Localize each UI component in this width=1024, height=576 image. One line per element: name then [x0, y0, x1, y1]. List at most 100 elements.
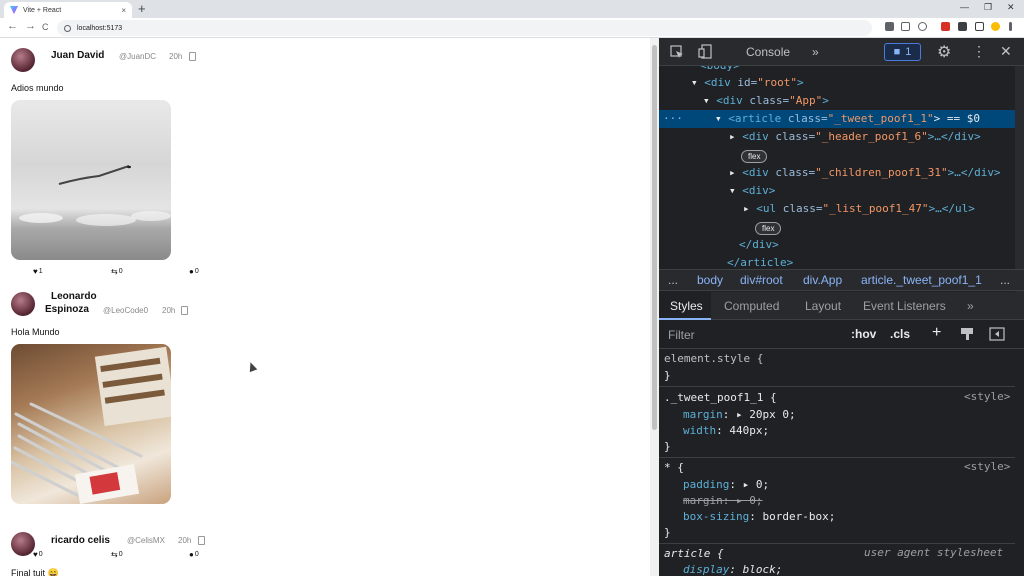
dom-line-app[interactable]: ▾ <div class="App"> [703, 92, 829, 110]
paint-brush-icon[interactable] [960, 327, 974, 341]
reload-button[interactable]: C [42, 22, 49, 32]
dom-scrollbar[interactable] [1015, 66, 1024, 300]
expand-arrow-icon[interactable]: ▾ [729, 184, 736, 197]
site-info-icon[interactable] [64, 24, 71, 32]
tab-close-icon[interactable]: × [121, 6, 126, 15]
dom-line-div[interactable]: ▾ <div> [729, 182, 775, 200]
css-property-width[interactable]: width: 440px; [683, 423, 769, 439]
breadcrumb-overflow-end[interactable]: ... [1000, 273, 1010, 287]
expand-arrow-icon[interactable]: ▾ [691, 76, 698, 89]
avatar[interactable] [11, 532, 35, 556]
devtools-menu-icon[interactable]: ⋮ [972, 43, 986, 60]
forward-button[interactable]: → [25, 20, 36, 32]
dom-line-header[interactable]: ▸ <div class="_header_poof1_6">…</div> [729, 128, 981, 146]
expand-arrow-icon[interactable]: ▾ [715, 112, 722, 125]
dom-tag-end: >…</ul> [928, 202, 975, 215]
bookmark-icon[interactable] [189, 52, 196, 61]
dom-line-ul[interactable]: ▸ <ul class="_list_poof1_47">…</ul> [743, 200, 975, 218]
expand-arrow-icon[interactable]: ▾ [703, 94, 710, 107]
toggle-sidebar-icon[interactable] [989, 327, 1005, 341]
tweet-image-bird[interactable] [11, 100, 171, 260]
collapse-arrow-icon[interactable]: ▸ [729, 166, 736, 179]
tab-styles[interactable]: Styles [670, 299, 703, 313]
devtools-close-icon[interactable]: ✕ [1000, 43, 1012, 60]
css-property-margin[interactable]: margin: ▸ 20px 0; [683, 407, 796, 423]
tab-layout[interactable]: Layout [805, 299, 841, 313]
back-button[interactable]: ← [7, 20, 18, 32]
rule-source-link[interactable]: <style> [964, 460, 1010, 473]
tab-event-listeners[interactable]: Event Listeners [863, 299, 946, 313]
issues-badge[interactable]: ■ 1 [884, 43, 921, 61]
breadcrumb-app[interactable]: div.App [803, 273, 842, 287]
styles-filter-bar: Filter :hov .cls + [659, 321, 1024, 349]
dom-line-article-selected[interactable]: ▾ <article class="_tweet_poof1_1"> == $0 [715, 110, 980, 128]
rule-selector-article[interactable]: article { [664, 546, 724, 562]
css-property-box-sizing[interactable]: box-sizing: border-box; [683, 509, 835, 525]
retweet-button[interactable]: ⇆ 0 [111, 550, 123, 559]
comment-button[interactable]: ● 0 [189, 550, 199, 559]
profile-avatar[interactable] [991, 22, 1000, 31]
retweet-button[interactable]: ⇆ 0 [111, 267, 123, 276]
like-button[interactable]: ♥ 1 [33, 267, 43, 276]
avatar[interactable] [11, 292, 35, 316]
comment-button[interactable]: ● 0 [189, 267, 199, 276]
flex-badge[interactable]: flex [741, 150, 768, 163]
breadcrumb-root[interactable]: div#root [740, 273, 783, 287]
filter-input[interactable]: Filter [668, 328, 695, 342]
extension-red-icon[interactable] [941, 22, 950, 31]
tab-computed[interactable]: Computed [724, 299, 779, 313]
more-tabs-icon[interactable]: » [812, 45, 819, 59]
new-tab-button[interactable]: + [138, 1, 146, 16]
element-style-selector[interactable]: element.style { [664, 351, 763, 367]
css-prop-value: 440px; [722, 424, 770, 437]
dom-tag-end: > == $0 [933, 112, 980, 125]
bookmark-icon[interactable] [198, 536, 205, 545]
cls-toggle[interactable]: .cls [890, 327, 910, 341]
share-icon[interactable] [901, 22, 910, 31]
more-panes-icon[interactable]: » [967, 299, 974, 313]
rule-selector-tweet[interactable]: ._tweet_poof1_1 { [664, 390, 777, 406]
css-property-padding[interactable]: padding: ▸ 0; [683, 477, 769, 493]
bookmark-star-icon[interactable] [918, 22, 927, 31]
settings-gear-icon[interactable]: ⚙ [937, 42, 951, 62]
breadcrumb-body[interactable]: body [697, 273, 723, 287]
browser-tab[interactable]: Vite + React × [4, 2, 132, 18]
device-toolbar-icon[interactable] [698, 44, 712, 59]
collapse-arrow-icon[interactable]: ▸ [743, 202, 750, 215]
side-panel-icon[interactable] [975, 22, 984, 31]
dom-tag: <div [716, 94, 750, 107]
console-tab[interactable]: Console [746, 45, 790, 59]
css-property-display[interactable]: display: block; [683, 562, 782, 576]
dom-line-root[interactable]: ▾ <div id="root"> [691, 74, 804, 92]
flex-badge[interactable]: flex [755, 222, 782, 235]
dom-attr-value: "App" [789, 94, 823, 107]
maximize-button[interactable]: ❐ [984, 2, 992, 13]
rule-selector-universal[interactable]: * { [664, 460, 684, 476]
like-button[interactable]: ♥ 0 [33, 550, 43, 559]
bookmark-icon[interactable] [181, 306, 188, 315]
url-text: localhost:5173 [77, 24, 123, 32]
breadcrumb-overflow[interactable]: ... [668, 273, 678, 287]
rule-source-link[interactable]: <style> [964, 390, 1010, 403]
address-bar[interactable]: localhost:5173 [57, 20, 872, 36]
page-scrollbar-thumb[interactable] [652, 45, 657, 430]
new-style-rule-icon[interactable]: + [932, 324, 941, 342]
translate-icon[interactable] [885, 22, 894, 31]
breadcrumb-article[interactable]: article._tweet_poof1_1 [861, 273, 982, 287]
dom-line-children[interactable]: ▸ <div class="_children_poof1_31">…</div… [729, 164, 1001, 182]
extensions-puzzle-icon[interactable] [958, 22, 967, 31]
css-prop-name: display [683, 563, 730, 576]
tweet-text: Final tuit 😄 [11, 568, 59, 576]
hov-toggle[interactable]: :hov [851, 327, 876, 341]
avatar[interactable] [11, 48, 35, 72]
minimize-button[interactable]: — [960, 2, 969, 12]
collapse-arrow-icon[interactable]: ▸ [729, 130, 736, 143]
dom-line-div-close[interactable]: </div> [739, 236, 779, 254]
browser-menu-icon[interactable] [1009, 22, 1012, 31]
css-property-margin-overridden[interactable]: margin: ▸ 0; [683, 493, 762, 509]
dom-node-dots-icon[interactable]: ··· [663, 110, 683, 128]
close-window-button[interactable]: ✕ [1007, 2, 1015, 13]
tweet-image-pencils[interactable] [11, 344, 171, 504]
inspect-element-icon[interactable] [670, 45, 684, 59]
rule-divider [659, 543, 1015, 544]
